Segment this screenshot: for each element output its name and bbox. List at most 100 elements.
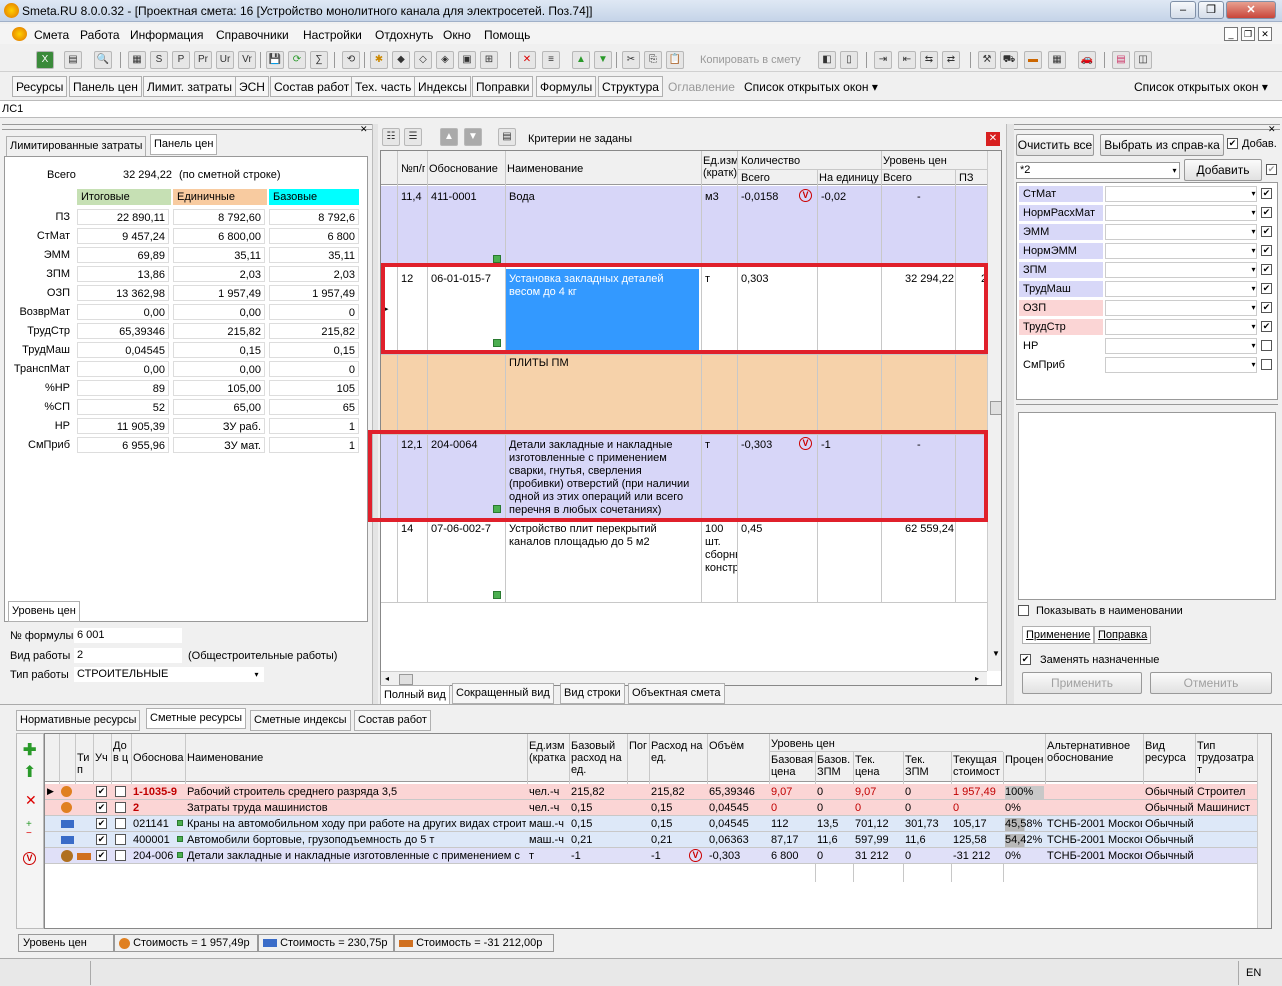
tab-full-view[interactable]: Полный вид: [380, 685, 450, 706]
add-icon[interactable]: ✚: [23, 740, 36, 760]
add-button[interactable]: Добавить: [1184, 159, 1262, 181]
tab-correction[interactable]: Поправка: [1094, 626, 1152, 644]
assign-item[interactable]: ЗПМ ▾ ✔: [1017, 261, 1277, 279]
price-row-base[interactable]: 65: [269, 399, 359, 415]
mdi-restore-button[interactable]: ❐: [1241, 27, 1255, 41]
assign-item[interactable]: НормРасхМат ▾ ✔: [1017, 204, 1277, 222]
menu-spravochniki[interactable]: Справочники: [216, 28, 289, 42]
price-row-total[interactable]: 0,04545: [77, 342, 169, 358]
move-down-icon[interactable]: ▼: [464, 128, 482, 146]
tab-formulas[interactable]: Формулы: [536, 76, 597, 97]
header-qty-unit[interactable]: На единицу: [819, 172, 879, 184]
header-tcost[interactable]: Текущая стоимост: [953, 754, 1002, 780]
maximize-button[interactable]: ❐: [1198, 1, 1224, 19]
doc-ur-icon[interactable]: Ur: [216, 51, 234, 69]
header-tprice[interactable]: Тек. цена: [855, 754, 902, 780]
apply-button[interactable]: Применить: [1022, 672, 1142, 694]
bottom-vertical-scrollbar[interactable]: [1257, 734, 1271, 928]
assign-item-select[interactable]: [1105, 357, 1257, 373]
include-checkbox[interactable]: ✔: [96, 818, 107, 829]
tool1-icon[interactable]: ✱: [370, 51, 388, 69]
assign-item-checkbox[interactable]: ✔: [1261, 283, 1272, 294]
include-checkbox[interactable]: ✔: [96, 786, 107, 797]
menu-settings[interactable]: Настройки: [303, 28, 362, 42]
price-row-total[interactable]: 22 890,11: [77, 209, 169, 225]
price-row-unit[interactable]: 0,00: [173, 361, 265, 377]
chevron-down-icon[interactable]: ▾: [1249, 208, 1258, 217]
extra-checkbox[interactable]: [115, 818, 126, 829]
add-checkbox[interactable]: ✔: [1227, 138, 1238, 149]
price-row-total[interactable]: 13 362,98: [77, 285, 169, 301]
price-row-unit[interactable]: 0,15: [173, 342, 265, 358]
price-row-unit[interactable]: 8 792,60: [173, 209, 265, 225]
filter-close-icon[interactable]: ✕: [986, 132, 1000, 146]
price-row-unit[interactable]: 105,00: [173, 380, 265, 396]
tool9-icon[interactable]: ▯: [840, 51, 858, 69]
tab-price-panel[interactable]: Панель цен: [69, 76, 142, 97]
price-row-base[interactable]: 0,15: [269, 342, 359, 358]
price-row-base[interactable]: 8 792,6: [269, 209, 359, 225]
resource-row[interactable]: ✔ 400001 Автомобили бортовые, грузоподъемн…: [45, 832, 1257, 848]
delete-icon[interactable]: ✕: [518, 51, 536, 69]
assign-item-select[interactable]: [1105, 186, 1257, 202]
truck-icon[interactable]: ⛟: [1000, 51, 1018, 69]
chevron-down-icon[interactable]: ▾: [1249, 360, 1258, 369]
price-row-total[interactable]: 6 955,96: [77, 437, 169, 453]
price-row-unit[interactable]: 0,00: [173, 304, 265, 320]
header-price-level[interactable]: Уровень цен: [771, 738, 835, 750]
chevron-down-icon[interactable]: ▾: [1249, 227, 1258, 236]
chevron-down-icon[interactable]: ▾: [1249, 284, 1258, 293]
save-icon[interactable]: 💾: [266, 51, 284, 69]
doc-s-icon[interactable]: S: [150, 51, 168, 69]
right-panel-close-icon[interactable]: ✕: [1268, 124, 1276, 135]
menu-smeta[interactable]: Смета: [34, 28, 69, 42]
chevron-down-icon[interactable]: ▾: [252, 670, 261, 679]
header-bzpm[interactable]: Базов. ЗПМ: [817, 754, 852, 780]
vertical-scrollbar[interactable]: ▼: [987, 151, 1001, 671]
books-icon[interactable]: ▤: [1112, 51, 1130, 69]
tab-row-view[interactable]: Вид строки: [560, 683, 625, 704]
car-icon[interactable]: 🚗: [1078, 51, 1096, 69]
assign-item[interactable]: ОЗП ▾ ✔: [1017, 299, 1277, 317]
chevron-down-icon[interactable]: ▾: [1249, 303, 1258, 312]
header-rate[interactable]: Расход на ед.: [651, 740, 706, 780]
card-icon[interactable]: ▤: [64, 51, 82, 69]
tab-apply-mode[interactable]: Применение: [1022, 626, 1095, 644]
header-unit[interactable]: Ед.изм (кратка: [529, 740, 568, 780]
price-row-base[interactable]: 1 957,49: [269, 285, 359, 301]
price-row-base[interactable]: 6 800: [269, 228, 359, 244]
tab-structure[interactable]: Структура: [598, 76, 663, 97]
header-tzpm[interactable]: Тек. ЗПМ: [905, 754, 950, 780]
table-row[interactable]: [381, 354, 987, 434]
delete-icon[interactable]: ✕: [25, 792, 37, 809]
filter-doc-icon[interactable]: ▤: [498, 128, 516, 146]
tab-short-view[interactable]: Сокращенный вид: [452, 683, 554, 704]
price-row-unit[interactable]: 215,82: [173, 323, 265, 339]
chevron-down-icon[interactable]: ▾: [1249, 265, 1258, 274]
header-qty[interactable]: Количество: [741, 155, 800, 167]
price-row-total[interactable]: 52: [77, 399, 169, 415]
assign-item-checkbox[interactable]: ✔: [1261, 264, 1272, 275]
include-checkbox[interactable]: ✔: [96, 802, 107, 813]
tab-tech-part[interactable]: Тех. часть: [351, 76, 416, 97]
tab-smeta-resources[interactable]: Сметные ресурсы: [146, 708, 247, 729]
header-baserate[interactable]: Базовый расход на ед.: [571, 740, 626, 780]
tab-limit-costs[interactable]: Лимит. затраты: [143, 76, 236, 97]
price-row-total[interactable]: 0,00: [77, 361, 169, 377]
menu-rest[interactable]: Отдохнуть: [375, 28, 433, 42]
close-button[interactable]: ✕: [1226, 1, 1276, 19]
tab-esn[interactable]: ЭСН: [235, 76, 269, 97]
assign-item-select[interactable]: [1105, 281, 1257, 297]
replace-assigned-checkbox[interactable]: ✔: [1020, 654, 1031, 665]
header-qty-total[interactable]: Всего: [741, 172, 770, 184]
tab-smeta-indexes[interactable]: Сметные индексы: [250, 710, 351, 731]
chevron-down-icon[interactable]: ▾: [1170, 166, 1179, 175]
assign-item-select[interactable]: [1105, 300, 1257, 316]
chevron-down-icon[interactable]: ▾: [1249, 322, 1258, 331]
price-row-base[interactable]: 1: [269, 437, 359, 453]
header-vol[interactable]: Объём: [709, 740, 768, 780]
tree-expand-icon[interactable]: ☷: [382, 128, 400, 146]
assign-item-checkbox[interactable]: ✔: [1261, 226, 1272, 237]
paste-icon[interactable]: 📋: [666, 51, 684, 69]
tab-corrections[interactable]: Поправки: [472, 76, 534, 97]
